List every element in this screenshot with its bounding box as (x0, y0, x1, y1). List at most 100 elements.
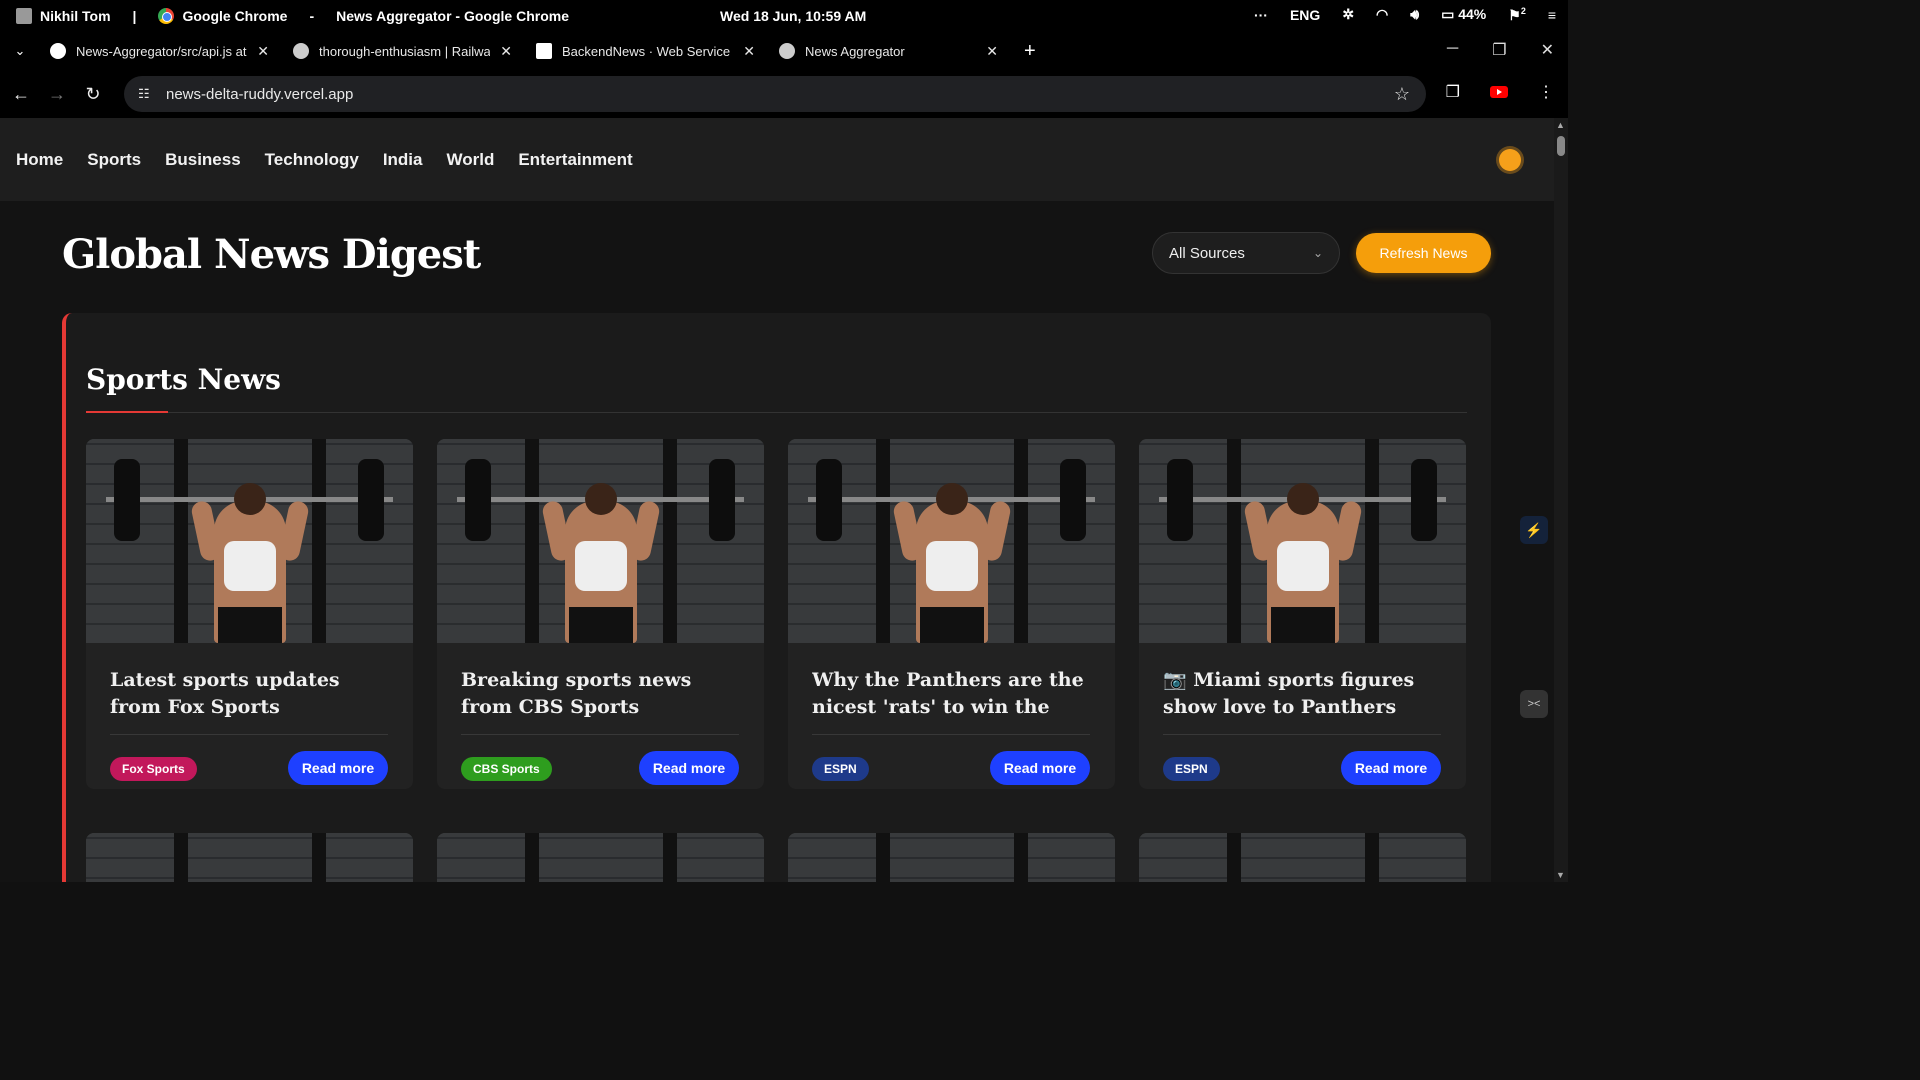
card-divider (1163, 734, 1441, 735)
article-title[interactable]: 📷 Miami sports figures show love to Pant… (1163, 667, 1443, 721)
close-icon[interactable]: ✕ (743, 43, 755, 60)
sports-news-section: Sports News Latest sports updates from F… (62, 313, 1491, 882)
new-tab-button[interactable]: + (1024, 40, 1036, 63)
wifi-icon[interactable]: ◠ (1376, 6, 1388, 23)
tab-strip: ⌄ News-Aggregator/src/api.js at m ✕ thor… (0, 32, 1568, 70)
youtube-extension-icon[interactable] (1490, 86, 1508, 98)
tab-news-aggregator[interactable]: News Aggregator ✕ (767, 32, 1010, 70)
site-info-icon[interactable]: ☷ (138, 86, 154, 102)
scroll-down-icon[interactable]: ▼ (1556, 870, 1565, 880)
close-window-icon[interactable]: ✕ (1541, 40, 1554, 60)
os-app-name: Google Chrome (182, 8, 288, 24)
nav-india[interactable]: India (383, 150, 423, 170)
back-icon[interactable]: ← (12, 84, 30, 105)
source-badge: ESPN (1163, 757, 1220, 781)
nav-world[interactable]: World (446, 150, 494, 170)
extensions-icon[interactable]: ❐ (1446, 82, 1460, 102)
article-image (1139, 439, 1466, 643)
card-divider (461, 734, 739, 735)
site-navbar: Home Sports Business Technology India Wo… (0, 118, 1568, 201)
os-dash: - (309, 8, 315, 24)
nav-sports[interactable]: Sports (87, 150, 141, 170)
page-viewport: Home Sports Business Technology India Wo… (0, 118, 1568, 882)
article-card-partial (437, 833, 764, 882)
source-select-value: All Sources (1169, 244, 1245, 262)
article-card-partial (1139, 833, 1466, 882)
notifications-button[interactable]: ⚑2 (1508, 6, 1526, 24)
tab-title: thorough-enthusiasm | Railway (319, 43, 491, 59)
tab-render[interactable]: BackendNews · Web Service · R ✕ (524, 32, 767, 70)
source-select[interactable]: All Sources ⌄ (1152, 232, 1340, 274)
page-scrollbar[interactable]: ▲ ▼ (1554, 118, 1568, 882)
read-more-button[interactable]: Read more (288, 751, 388, 785)
notification-count: 2 (1520, 6, 1526, 16)
os-clock[interactable]: Wed 18 Jun, 10:59 AM (720, 8, 866, 24)
forward-icon[interactable]: → (48, 84, 66, 105)
github-icon (50, 43, 66, 59)
article-image (86, 439, 413, 643)
chevron-down-icon: ⌄ (1312, 246, 1323, 260)
battery-indicator[interactable]: ▭ 44% (1441, 6, 1486, 23)
nav-business[interactable]: Business (165, 150, 241, 170)
railway-icon (293, 43, 309, 59)
close-icon[interactable]: ✕ (986, 43, 998, 60)
theme-toggle-sun-icon[interactable] (1499, 149, 1521, 171)
floating-assistant-icon[interactable]: >< (1520, 690, 1548, 718)
article-card: 📷 Miami sports figures show love to Pant… (1139, 439, 1466, 789)
minimize-icon[interactable]: ─ (1447, 40, 1458, 60)
globe-icon (779, 43, 795, 59)
article-card-partial (788, 833, 1115, 882)
tab-title: News-Aggregator/src/api.js at m (76, 43, 248, 59)
chrome-menu-icon[interactable]: ⋮ (1538, 82, 1554, 102)
reload-icon[interactable]: ↻ (84, 84, 102, 105)
bluetooth-icon[interactable]: ✲ (1342, 6, 1354, 23)
quick-settings-icon[interactable]: ≡ (1548, 7, 1556, 23)
close-icon[interactable]: ✕ (257, 43, 269, 60)
scroll-up-icon[interactable]: ▲ (1556, 120, 1565, 130)
battery-percent: 44% (1458, 6, 1487, 23)
tab-railway[interactable]: thorough-enthusiasm | Railway ✕ (281, 32, 524, 70)
restore-icon[interactable]: ❐ (1492, 40, 1506, 60)
article-title[interactable]: Why the Panthers are the nicest 'rats' t… (812, 667, 1092, 721)
scroll-thumb[interactable] (1557, 136, 1565, 156)
read-more-button[interactable]: Read more (1341, 751, 1441, 785)
source-badge: Fox Sports (110, 757, 197, 781)
os-separator: | (132, 8, 137, 24)
chrome-logo-icon (158, 8, 175, 24)
article-image (437, 439, 764, 643)
address-bar[interactable]: ☷ news-delta-ruddy.vercel.app ☆ (124, 76, 1426, 112)
page-title: Global News Digest (62, 231, 481, 278)
floating-extension-icon[interactable]: ⚡ (1520, 516, 1548, 544)
read-more-button[interactable]: Read more (990, 751, 1090, 785)
nav-entertainment[interactable]: Entertainment (518, 150, 632, 170)
bookmark-star-icon[interactable]: ☆ (1394, 84, 1410, 105)
source-badge: ESPN (812, 757, 869, 781)
article-card-partial (86, 833, 413, 882)
section-divider (86, 412, 1467, 413)
tab-github[interactable]: News-Aggregator/src/api.js at m ✕ (38, 32, 281, 70)
article-image (788, 439, 1115, 643)
os-language[interactable]: ENG (1290, 7, 1320, 23)
article-image (86, 833, 413, 882)
url-text[interactable]: news-delta-ruddy.vercel.app (166, 86, 353, 103)
tab-search-chevron-icon[interactable]: ⌄ (10, 43, 30, 59)
read-more-button[interactable]: Read more (639, 751, 739, 785)
render-icon (536, 43, 552, 59)
close-icon[interactable]: ✕ (500, 43, 512, 60)
os-title-bar: Nikhil Tom | Google Chrome - News Aggreg… (0, 0, 1568, 32)
article-title[interactable]: Breaking sports news from CBS Sports (461, 667, 741, 721)
article-image (437, 833, 764, 882)
tab-title: News Aggregator (805, 43, 905, 59)
user-avatar-icon (16, 8, 32, 24)
refresh-news-button[interactable]: Refresh News (1356, 233, 1491, 273)
volume-icon[interactable]: 🔊︎ (1410, 6, 1419, 23)
source-badge: CBS Sports (461, 757, 552, 781)
article-card: Why the Panthers are the nicest 'rats' t… (788, 439, 1115, 789)
os-more-icon[interactable]: ··· (1254, 7, 1268, 23)
nav-home[interactable]: Home (16, 150, 63, 170)
tab-title: BackendNews · Web Service · R (562, 43, 734, 59)
article-title[interactable]: Latest sports updates from Fox Sports (110, 667, 390, 721)
nav-technology[interactable]: Technology (265, 150, 359, 170)
article-card: Latest sports updates from Fox Sports Fo… (86, 439, 413, 789)
os-user-name: Nikhil Tom (40, 8, 111, 24)
